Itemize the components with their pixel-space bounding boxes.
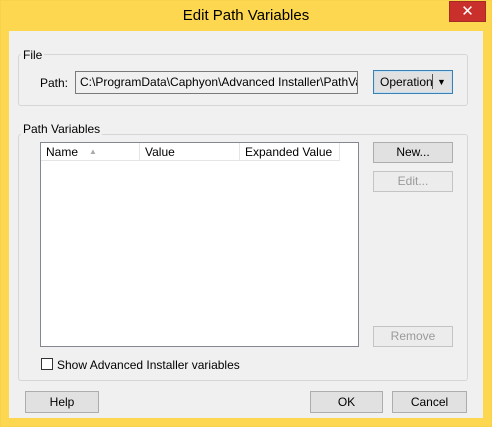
close-icon: ✕: [461, 3, 474, 20]
path-label: Path:: [40, 76, 69, 90]
help-button[interactable]: Help: [25, 391, 99, 413]
dialog-title: Edit Path Variables: [182, 7, 310, 24]
path-field[interactable]: C:\ProgramData\Caphyon\Advanced Installe…: [75, 71, 358, 94]
dialog-client: File Path: C:\ProgramData\Caphyon\Advanc…: [9, 31, 483, 418]
show-variables-label: Show Advanced Installer variables: [57, 358, 240, 372]
title-bar: Edit Path Variables ✕: [1, 1, 491, 31]
operation-label: Operation: [380, 75, 433, 89]
ok-button[interactable]: OK: [310, 391, 383, 413]
show-variables-checkbox[interactable]: [41, 358, 53, 370]
operation-button[interactable]: Operation ▼: [373, 70, 453, 94]
dialog-window: Edit Path Variables ✕ File Path: C:\Prog…: [0, 0, 492, 427]
file-group-label: File: [21, 48, 45, 62]
path-variables-group-label: Path Variables: [21, 122, 103, 136]
column-header-value[interactable]: Value: [140, 143, 240, 161]
new-button[interactable]: New...: [373, 142, 453, 163]
column-header-expanded-value[interactable]: Expanded Value: [240, 143, 340, 161]
close-button[interactable]: ✕: [449, 1, 486, 22]
variables-list[interactable]: Name ▲ Value Expanded Value: [40, 142, 359, 347]
split-divider: [432, 74, 433, 89]
remove-button[interactable]: Remove: [373, 326, 453, 347]
chevron-down-icon[interactable]: ▼: [437, 71, 446, 93]
column-header-name[interactable]: Name ▲: [41, 143, 140, 161]
sort-ascending-icon: ▲: [89, 147, 97, 156]
edit-button[interactable]: Edit...: [373, 171, 453, 192]
cancel-button[interactable]: Cancel: [392, 391, 467, 413]
